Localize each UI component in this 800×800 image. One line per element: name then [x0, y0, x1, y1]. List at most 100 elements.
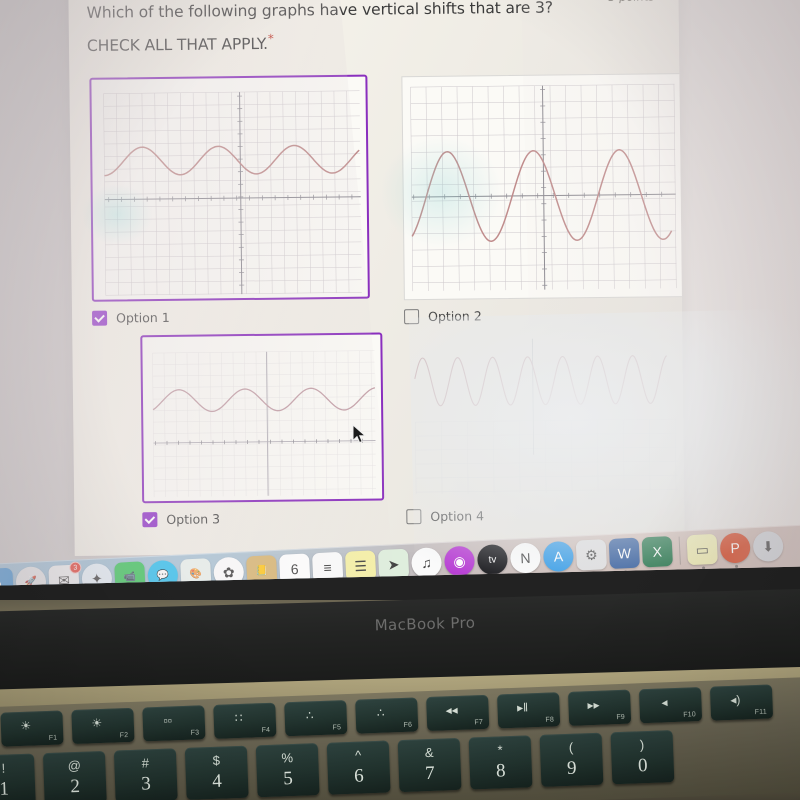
dock-icon-news[interactable]: N	[509, 542, 542, 574]
key-2[interactable]: @2	[42, 750, 107, 800]
key-5[interactable]: % 5	[255, 743, 320, 798]
option-cell-2[interactable]: Option 2	[401, 73, 685, 325]
messages-icon: 💬	[156, 569, 170, 582]
dock-icon-apple-tv[interactable]: tv	[476, 543, 509, 576]
key-f2[interactable]: ☀ F2	[71, 707, 135, 745]
label-option-2: Option 2	[428, 308, 482, 324]
dock-icon-powerpoint[interactable]: P	[719, 532, 751, 568]
graph-image-2[interactable]	[401, 73, 684, 301]
key-symbol-icon: ☀	[91, 715, 103, 731]
key-symbol-icon: ☀	[20, 718, 32, 733]
key-symbol-icon: ▫▫	[163, 713, 173, 728]
dock-running-dot	[624, 570, 628, 574]
key-f9[interactable]: ▸▸ F9	[568, 689, 632, 726]
key-number: 3	[140, 773, 152, 795]
key-label: F10	[683, 711, 697, 719]
key-shift-symbol: &	[424, 744, 434, 761]
question-text: Which of the following graphs have verti…	[86, 0, 554, 55]
mouse-cursor	[352, 423, 368, 451]
graph-image-4[interactable]	[404, 333, 684, 500]
key-shift-symbol: @	[67, 757, 82, 774]
maps-icon: ➤	[387, 555, 400, 573]
key-7[interactable]: & 7	[397, 737, 462, 793]
dock-icon-messages[interactable]: 💬	[147, 559, 179, 586]
dock-icon-podcasts[interactable]: ◉	[443, 545, 476, 582]
key-number: 7	[424, 762, 436, 785]
key-f10[interactable]: ◂ F10	[638, 687, 703, 724]
choice-row-2[interactable]: Option 2	[404, 306, 685, 325]
key-f1[interactable]: ☀ F1	[0, 710, 64, 747]
key-8[interactable]: * 8	[468, 735, 533, 790]
dock-icon-system-preferences[interactable]: ⚙	[575, 539, 608, 575]
dock-icon-calendar[interactable]: 6	[278, 553, 311, 585]
dock-icon-facetime[interactable]: 📹	[114, 561, 146, 586]
option-cell-4[interactable]: Option 4	[404, 333, 684, 525]
checkbox-option-2[interactable]	[404, 309, 420, 325]
graph-svg-3	[152, 350, 377, 498]
checkbox-option-3[interactable]	[142, 512, 158, 528]
option-cell-3[interactable]: Option 3	[140, 332, 386, 528]
key-shift-symbol: *	[497, 742, 503, 758]
key-3[interactable]: #3	[113, 748, 178, 800]
dock-icon-microsoft-excel[interactable]: X	[641, 536, 673, 568]
dock-icon-safari[interactable]: ✦	[81, 562, 113, 586]
key-label: F8	[545, 716, 555, 724]
label-option-1: Option 1	[116, 309, 170, 326]
launchpad-icon: 🚀	[24, 576, 38, 586]
key-number: 0	[637, 755, 648, 777]
key-f11[interactable]: ◂) F11	[709, 684, 774, 721]
dock-icon-downloads[interactable]: ⬇	[752, 530, 784, 563]
checkbox-option-4[interactable]	[406, 509, 422, 525]
dock-icon-stickies[interactable]: ▭	[686, 533, 718, 570]
label-option-3: Option 3	[166, 511, 221, 527]
calendar-icon: 6	[290, 560, 299, 578]
dock-icon-maps[interactable]: ➤	[377, 548, 410, 581]
key-f4[interactable]: ∷ F4	[213, 702, 277, 739]
key-f8[interactable]: ▸‖ F8	[497, 692, 561, 729]
graph-image-3[interactable]	[140, 332, 385, 504]
key-f3[interactable]: ▫▫ F3	[142, 705, 206, 742]
key-label: F2	[119, 732, 129, 740]
checkbox-option-1[interactable]	[92, 310, 108, 326]
graph-image-1[interactable]	[89, 74, 370, 302]
key-f7[interactable]: ◂◂ F7	[426, 694, 490, 732]
dock-running-dot	[426, 579, 430, 583]
dock-icon-launchpad[interactable]: 🚀	[15, 566, 47, 586]
key-f5[interactable]: ∴ F5	[284, 700, 348, 737]
dock-icon-music[interactable]: ♫	[410, 547, 443, 583]
required-asterisk: *	[267, 31, 274, 46]
key-label: F7	[474, 719, 484, 727]
key-label: F6	[403, 721, 413, 729]
choice-row-1[interactable]: Option 1	[92, 308, 372, 326]
points-label: 5 points	[608, 0, 654, 4]
choice-row-3[interactable]: Option 3	[142, 509, 386, 528]
graph-svg-2	[410, 83, 677, 292]
key-6[interactable]: ^ 6	[326, 740, 391, 795]
key-label: F3	[190, 729, 200, 737]
app-store-icon: A	[553, 548, 564, 565]
key-0[interactable]: ) 0	[610, 730, 675, 785]
key-symbol-icon: ▸▸	[587, 697, 600, 713]
key-number: 6	[353, 765, 365, 787]
dock-icon-reminders[interactable]: ≡	[311, 551, 344, 584]
key-f6[interactable]: ∴ F6	[355, 697, 419, 734]
dock-icon-photo-booth[interactable]: 🎨	[180, 558, 212, 586]
dock-icon-app-store[interactable]: A	[542, 540, 575, 573]
choice-row-4[interactable]: Option 4	[406, 506, 684, 525]
key-9[interactable]: (9	[539, 732, 604, 787]
key-shift-symbol: (	[568, 739, 574, 755]
option-cell-1[interactable]: Option 1	[89, 74, 372, 326]
dock-icon-microsoft-word[interactable]: W	[608, 537, 641, 574]
apple-tv-icon: tv	[488, 553, 497, 566]
key-4[interactable]: $4	[184, 745, 249, 800]
dock-icon-contacts[interactable]: 📒	[246, 555, 278, 586]
dock-icon-notes[interactable]: ☰	[344, 550, 377, 582]
dock-icon-mail[interactable]: ✉ 3	[48, 561, 82, 586]
dock-icon-photos[interactable]: ✿	[213, 556, 245, 586]
finder-icon: ◑	[0, 575, 3, 586]
dock-icon-finder[interactable]: ◑	[0, 567, 14, 586]
dock-badge-mail: 3	[69, 561, 82, 574]
key-1[interactable]: ! 1	[0, 753, 36, 800]
key-symbol-icon: ◂◂	[445, 702, 458, 718]
key-number: 5	[282, 768, 294, 790]
